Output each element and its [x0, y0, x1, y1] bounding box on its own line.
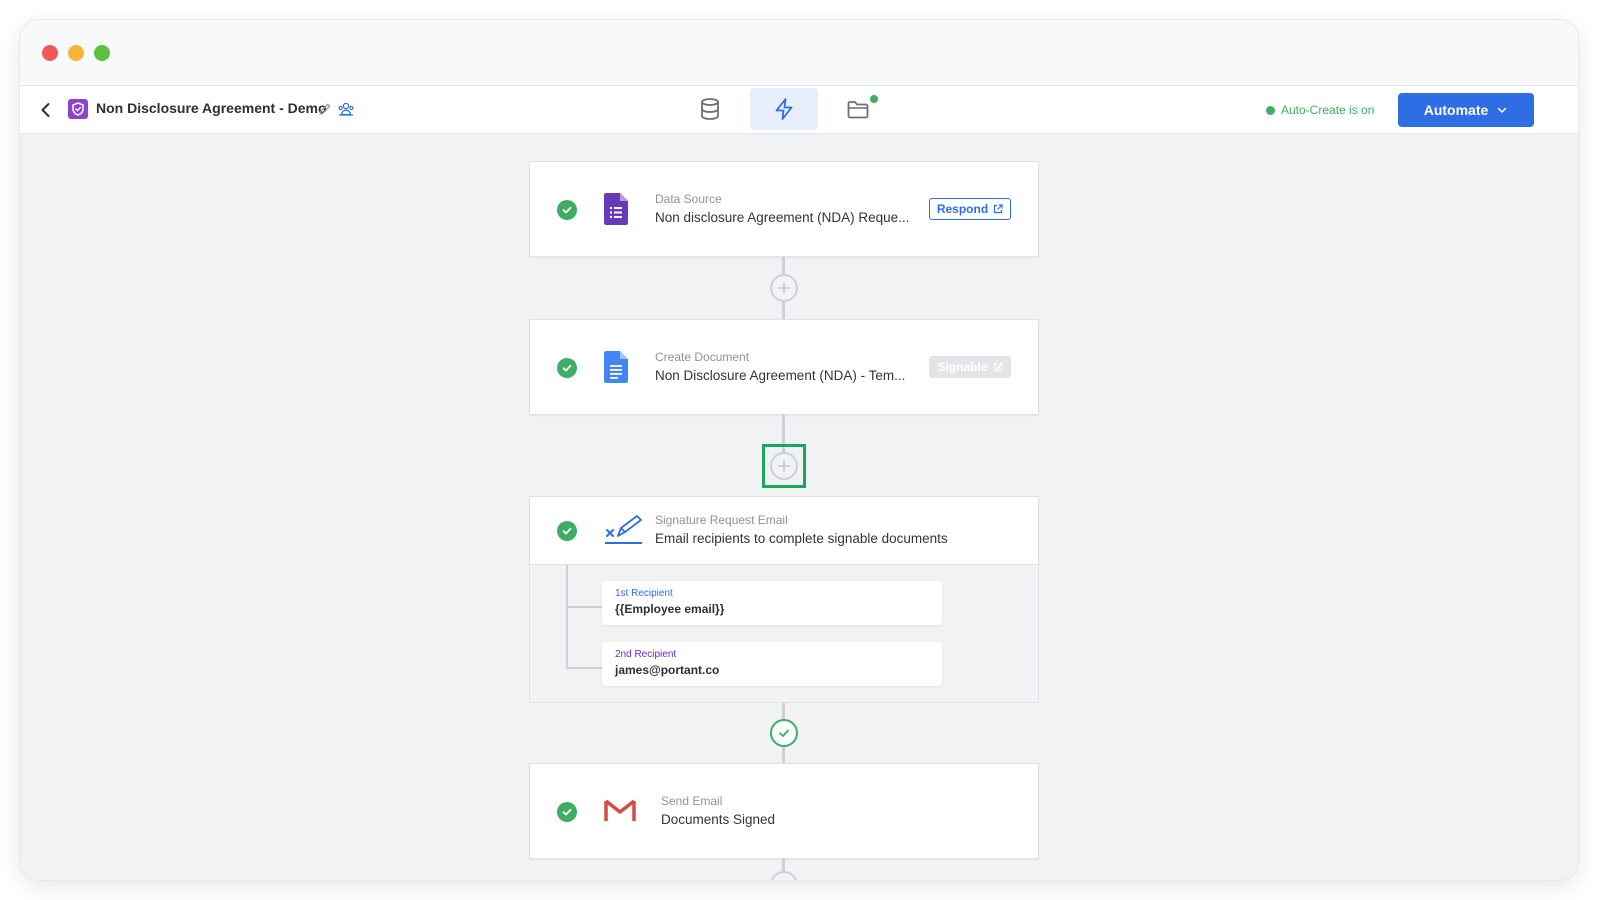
- step-type-label: Data Source: [655, 192, 722, 206]
- step-card-send-email[interactable]: Send Email Documents Signed: [529, 763, 1039, 859]
- maximize-window-button[interactable]: [94, 45, 110, 61]
- recipient-card[interactable]: 2nd Recipient james@portant.co: [602, 642, 942, 686]
- status-text: Auto-Create is on: [1281, 103, 1375, 117]
- minimize-window-button[interactable]: [68, 45, 84, 61]
- tree-branch: [566, 667, 602, 669]
- check-icon: [557, 358, 577, 378]
- back-arrow-icon[interactable]: [36, 100, 56, 120]
- step-name: Non disclosure Agreement (NDA) Reque...: [655, 210, 910, 225]
- app-window: Non Disclosure Agreement - Demo Auto-Cre…: [20, 20, 1578, 880]
- step-name: Documents Signed: [661, 812, 776, 827]
- recipient-value: james@portant.co: [615, 663, 720, 677]
- edit-pencil-icon[interactable]: [318, 102, 332, 116]
- google-docs-icon: [604, 351, 628, 383]
- step-type-label: Signature Request Email: [655, 513, 788, 527]
- step-type-label: Send Email: [661, 794, 723, 808]
- recipients-panel: 1st Recipient {{Employee email}} 2nd Rec…: [529, 565, 1039, 703]
- google-forms-icon: [604, 193, 628, 225]
- step-type-label: Create Document: [655, 350, 750, 364]
- notification-dot: [870, 95, 878, 103]
- status-dot-icon: [1266, 105, 1275, 115]
- workflow-canvas: Data Source Non disclosure Agreement (ND…: [20, 135, 1578, 880]
- step-card-signature-request[interactable]: Signature Request Email Email recipients…: [529, 496, 1039, 565]
- folder-icon: [847, 101, 869, 119]
- respond-button-label: Respond: [936, 202, 989, 216]
- completed-check-icon: [770, 719, 798, 747]
- recipient-value: {{Employee email}}: [615, 602, 725, 616]
- highlight-box: [762, 444, 806, 488]
- close-window-button[interactable]: [42, 45, 58, 61]
- tab-data-source[interactable]: [676, 88, 744, 130]
- step-name: Non Disclosure Agreement (NDA) - Tem...: [655, 368, 906, 383]
- tree-line: [566, 565, 568, 669]
- recipient-card[interactable]: 1st Recipient {{Employee email}}: [602, 581, 942, 625]
- title-bar: [20, 20, 1578, 86]
- recipient-label: 2nd Recipient: [615, 649, 677, 660]
- signature-icon: [605, 515, 642, 544]
- step-card-data-source[interactable]: Data Source Non disclosure Agreement (ND…: [529, 161, 1039, 257]
- check-icon: [557, 521, 577, 541]
- shield-app-icon: [68, 99, 88, 119]
- automate-button[interactable]: Automate: [1398, 93, 1534, 127]
- auto-create-status: Auto-Create is on: [1266, 103, 1374, 117]
- database-icon: [701, 98, 719, 120]
- tab-documents[interactable]: [824, 88, 892, 130]
- plus-icon: [778, 282, 790, 294]
- tab-automation[interactable]: [750, 88, 818, 130]
- external-link-icon: [994, 204, 1003, 214]
- automate-button-label: Automate: [1423, 102, 1489, 118]
- signable-button-label: Signable: [937, 360, 988, 374]
- check-icon: [557, 200, 577, 220]
- recipient-label: 1st Recipient: [615, 588, 673, 599]
- add-step-button[interactable]: [770, 274, 798, 302]
- document-title: Non Disclosure Agreement - Demo: [96, 100, 327, 116]
- gmail-icon: [604, 799, 636, 821]
- step-card-create-document[interactable]: Create Document Non Disclosure Agreement…: [529, 319, 1039, 415]
- step-name: Email recipients to complete signable do…: [655, 531, 948, 546]
- lightning-icon: [775, 98, 793, 120]
- respond-button[interactable]: Respond: [929, 198, 1011, 220]
- signable-button[interactable]: Signable: [929, 356, 1011, 378]
- add-step-button[interactable]: [770, 871, 798, 880]
- share-users-icon[interactable]: [338, 102, 354, 116]
- chevron-down-icon: [1498, 107, 1507, 114]
- tree-branch: [566, 606, 602, 608]
- top-toolbar: Non Disclosure Agreement - Demo Auto-Cre…: [20, 86, 1578, 134]
- check-icon: [557, 802, 577, 822]
- edit-external-icon: [993, 362, 1003, 372]
